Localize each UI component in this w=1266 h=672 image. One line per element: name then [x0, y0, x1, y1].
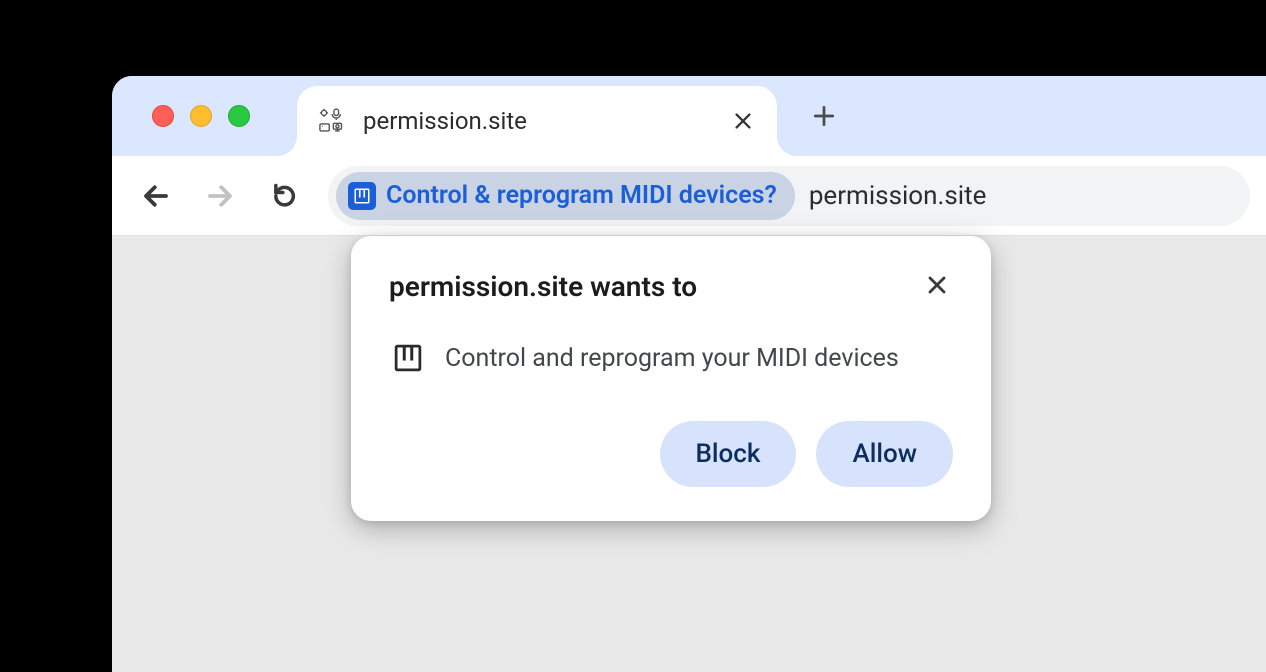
- prompt-buttons: Block Allow: [389, 421, 953, 487]
- window-maximize-button[interactable]: [228, 105, 250, 127]
- url-text: permission.site: [809, 181, 987, 211]
- reload-button[interactable]: [256, 168, 312, 224]
- tab-strip: permission.site: [112, 76, 1266, 156]
- midi-chip-icon: [348, 182, 376, 210]
- allow-button[interactable]: Allow: [816, 421, 953, 487]
- window-controls: [152, 105, 250, 127]
- forward-button[interactable]: [192, 168, 248, 224]
- tab-title: permission.site: [363, 107, 729, 135]
- permissions-favicon-icon: [317, 107, 345, 135]
- browser-tab[interactable]: permission.site: [297, 86, 777, 156]
- address-bar[interactable]: Control & reprogram MIDI devices? permis…: [328, 166, 1250, 226]
- midi-icon: [393, 343, 423, 373]
- prompt-body: Control and reprogram your MIDI devices: [389, 343, 953, 373]
- permission-chip[interactable]: Control & reprogram MIDI devices?: [336, 172, 795, 220]
- prompt-close-icon[interactable]: [921, 269, 953, 301]
- block-button[interactable]: Block: [660, 421, 797, 487]
- page-content: permission.site wants to Control: [112, 236, 1266, 672]
- window-close-button[interactable]: [152, 105, 174, 127]
- prompt-title: permission.site wants to: [389, 270, 697, 303]
- new-tab-button[interactable]: [804, 76, 844, 156]
- browser-toolbar: Control & reprogram MIDI devices? permis…: [112, 156, 1266, 236]
- window-minimize-button[interactable]: [190, 105, 212, 127]
- back-button[interactable]: [128, 168, 184, 224]
- close-tab-icon[interactable]: [729, 107, 757, 135]
- permission-prompt: permission.site wants to Control: [351, 236, 991, 521]
- prompt-message: Control and reprogram your MIDI devices: [445, 344, 899, 373]
- browser-window: permission.site: [112, 76, 1266, 672]
- prompt-header: permission.site wants to: [389, 270, 953, 303]
- permission-chip-text: Control & reprogram MIDI devices?: [386, 181, 777, 210]
